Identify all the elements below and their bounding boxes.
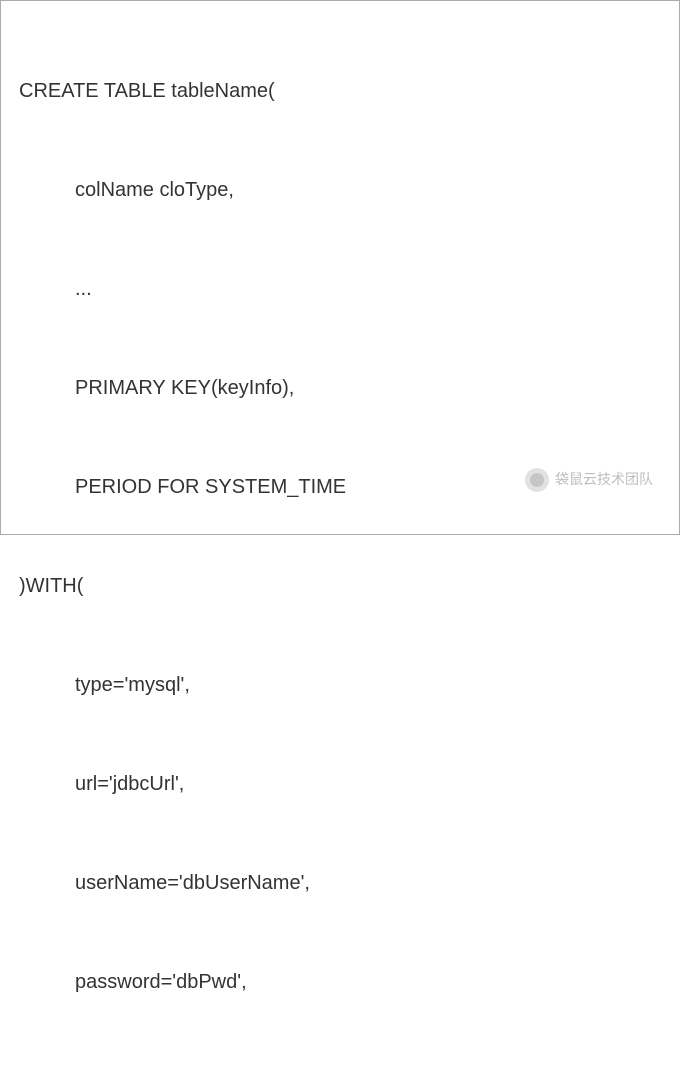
code-line: password='dbPwd', <box>19 966 679 999</box>
wechat-icon <box>525 468 549 492</box>
code-line: )WITH( <box>19 570 679 603</box>
code-line: ... <box>19 273 679 306</box>
code-line: type='mysql', <box>19 669 679 702</box>
code-line: CREATE TABLE tableName( <box>19 75 679 108</box>
code-line: tableName='tableName', <box>19 1065 679 1070</box>
watermark: 袋鼠云技术团队 <box>525 468 653 492</box>
code-line: PRIMARY KEY(keyInfo), <box>19 372 679 405</box>
code-line: userName='dbUserName', <box>19 867 679 900</box>
code-line: colName cloType, <box>19 174 679 207</box>
code-line: url='jdbcUrl', <box>19 768 679 801</box>
sql-code-block: CREATE TABLE tableName( colName cloType,… <box>19 9 679 1070</box>
watermark-text: 袋鼠云技术团队 <box>555 468 653 491</box>
